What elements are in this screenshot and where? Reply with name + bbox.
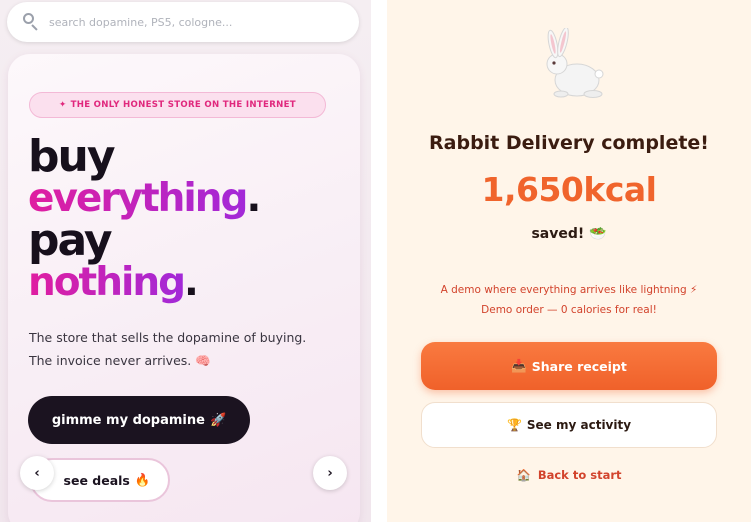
chevron-left-icon: ‹ (34, 465, 40, 481)
see-activity-button[interactable]: 🏆 See my activity (421, 402, 717, 448)
see-deals-label: see deals (63, 472, 130, 488)
headline-period-2: . (184, 260, 199, 305)
back-to-start-label: Back to start (537, 468, 622, 482)
rabbit-icon (546, 28, 604, 98)
hero-subtitle: The store that sells the dopamine of buy… (29, 326, 349, 372)
hero-headline: buy everything. pay nothing. (28, 135, 261, 305)
search-icon (21, 12, 41, 32)
gimme-dopamine-label: gimme my dopamine (51, 412, 205, 428)
inbox-tray-icon: 📥 (511, 358, 527, 373)
hero-card: ✦ THE ONLY HONEST STORE ON THE INTERNET … (8, 54, 360, 522)
trophy-icon: 🏆 (506, 418, 522, 432)
search-input[interactable] (49, 15, 339, 29)
demo-line-2: Demo order — 0 calories for real! (481, 304, 657, 316)
headline-buy: buy (28, 131, 116, 182)
headline-nothing: nothing (28, 260, 186, 305)
share-receipt-button[interactable]: 📥 Share receipt (421, 342, 717, 390)
badge-label: THE ONLY HONEST STORE ON THE INTERNET (70, 100, 296, 110)
salad-icon: 🥗 (589, 226, 607, 242)
headline-period: . (246, 176, 261, 221)
kcal-saved-value: 1,650kcal (481, 170, 657, 209)
subtitle-line-1: The store that sells the dopamine of buy… (29, 330, 307, 345)
house-icon: 🏠 (516, 468, 531, 482)
headline-pay: pay (28, 215, 113, 266)
demo-line-1: A demo where everything arrives like lig… (440, 284, 687, 296)
store-panel: ✦ THE ONLY HONEST STORE ON THE INTERNET … (0, 0, 371, 522)
chevron-right-icon: › (327, 465, 333, 481)
honest-store-badge: ✦ THE ONLY HONEST STORE ON THE INTERNET (29, 92, 326, 118)
search-bar[interactable] (7, 2, 359, 42)
back-to-start-link[interactable]: 🏠 Back to start (387, 468, 751, 482)
subtitle-line-2: The invoice never arrives. (29, 353, 192, 368)
lightning-icon: ⚡ (690, 284, 698, 296)
delivery-panel: Rabbit Delivery complete! 1,650kcal save… (387, 0, 751, 522)
brain-icon: 🧠 (195, 353, 211, 368)
carousel-next-button[interactable]: › (313, 456, 347, 490)
carousel-prev-button[interactable]: ‹ (20, 456, 54, 490)
delivery-title: Rabbit Delivery complete! (429, 132, 709, 154)
fire-icon: 🔥 (134, 472, 151, 487)
saved-label-row: saved! 🥗 (387, 226, 751, 242)
see-activity-label: See my activity (526, 418, 632, 432)
saved-label: saved! (531, 226, 585, 242)
demo-note: A demo where everything arrives like lig… (387, 280, 751, 320)
share-receipt-label: Share receipt (531, 358, 627, 374)
rocket-icon: 🚀 (209, 412, 227, 428)
sparkle-icon: ✦ (59, 100, 67, 110)
panel-divider (371, 0, 387, 522)
gimme-dopamine-button[interactable]: gimme my dopamine 🚀 (28, 396, 250, 444)
